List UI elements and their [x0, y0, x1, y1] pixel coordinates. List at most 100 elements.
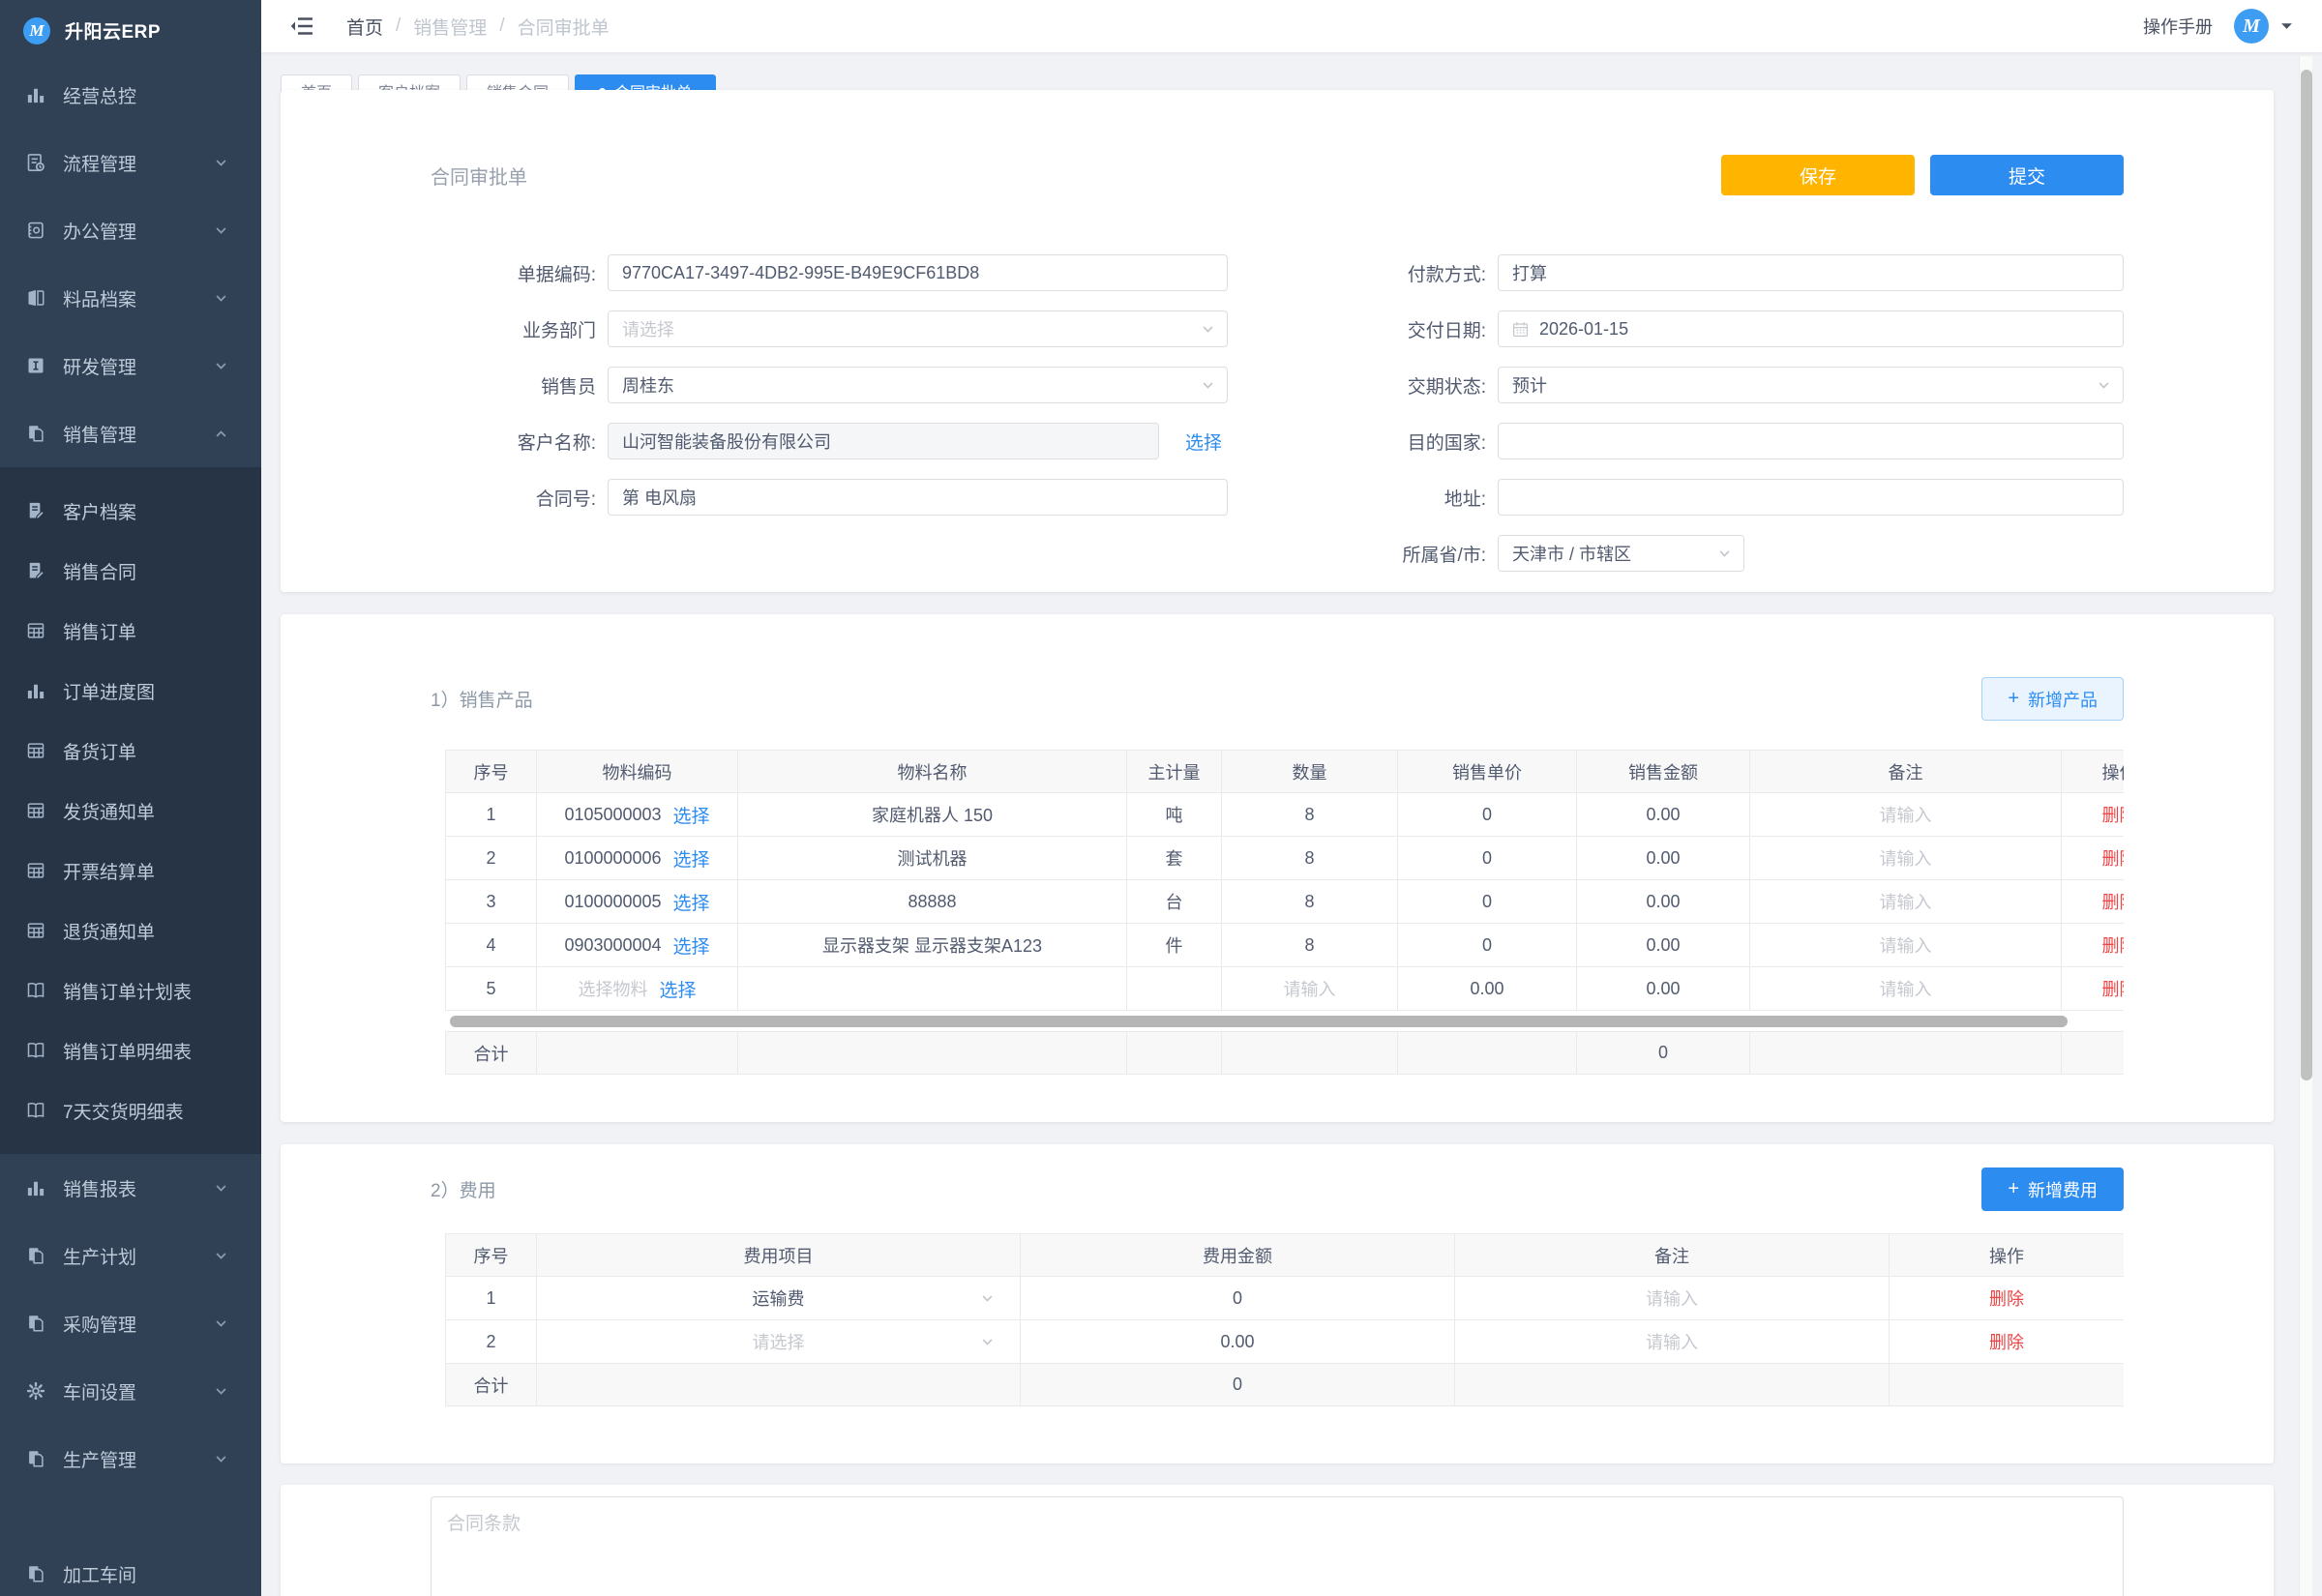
fee-amount-input[interactable]: 0.00 — [1021, 1320, 1455, 1364]
product-remark-input[interactable]: 请输入 — [1750, 880, 2062, 924]
product-remark-input[interactable]: 请输入 — [1750, 967, 2062, 1011]
field-交期状态[interactable]: 预计 — [1498, 367, 2124, 403]
add-product-label: 新增产品 — [2028, 687, 2098, 712]
fee-item-select[interactable]: 请选择 — [537, 1320, 1021, 1364]
delete-product-link[interactable]: 删除 — [2102, 802, 2125, 827]
product-amount: 0.00 — [1577, 967, 1750, 1011]
delete-product-link[interactable]: 删除 — [2102, 845, 2125, 871]
select-material-link[interactable]: 选择 — [659, 976, 696, 1002]
breadcrumb-item[interactable]: 首页 — [346, 14, 383, 40]
products-header-数量: 数量 — [1222, 751, 1398, 793]
fees-section-header: 2）费用 + 新增费用 — [431, 1167, 2124, 1211]
delete-product-link[interactable]: 删除 — [2102, 976, 2125, 1001]
field-付款方式[interactable]: 打算 — [1498, 254, 2124, 291]
add-product-button[interactable]: + 新增产品 — [1981, 677, 2124, 721]
sidebar-item-销售订单[interactable]: 销售订单 — [0, 601, 261, 661]
remark-placeholder: 请输入 — [1646, 1286, 1698, 1311]
select-material-link[interactable]: 选择 — [673, 932, 710, 959]
field-业务部门[interactable]: 请选择 — [608, 310, 1228, 347]
product-qty-input[interactable]: 8 — [1222, 793, 1398, 837]
product-qty-input[interactable]: 8 — [1222, 924, 1398, 967]
delete-fee-link[interactable]: 删除 — [1989, 1329, 2024, 1354]
product-qty-input[interactable]: 8 — [1222, 837, 1398, 880]
select-material-link[interactable]: 选择 — [673, 845, 710, 872]
field-目的国家[interactable] — [1498, 423, 2124, 459]
field-交付日期[interactable]: 2026-01-15 — [1498, 310, 2124, 347]
product-price-input[interactable]: 0 — [1398, 793, 1577, 837]
field-地址[interactable] — [1498, 479, 2124, 516]
sidebar-item-销售报表[interactable]: 销售报表 — [0, 1154, 261, 1222]
sidebar-item-料品档案[interactable]: 料品档案 — [0, 264, 261, 332]
sidebar-item-订单进度图[interactable]: 订单进度图 — [0, 661, 261, 721]
fee-remark-input[interactable]: 请输入 — [1455, 1320, 1890, 1364]
sidebar-item-研发管理[interactable]: 研发管理 — [0, 332, 261, 399]
app-logo-icon: M — [23, 17, 50, 44]
product-price-input[interactable]: 0 — [1398, 837, 1577, 880]
submit-button[interactable]: 提交 — [1930, 155, 2124, 195]
avatar[interactable]: M — [2234, 9, 2269, 44]
product-remark-input[interactable]: 请输入 — [1750, 793, 2062, 837]
sidebar-item-销售订单计划表[interactable]: 销售订单计划表 — [0, 961, 261, 1020]
sidebar-item-7天交货明细表[interactable]: 7天交货明细表 — [0, 1080, 261, 1140]
sidebar-item-退货通知单[interactable]: 退货通知单 — [0, 901, 261, 961]
product-price-input[interactable]: 0 — [1398, 924, 1577, 967]
choose-customer-link[interactable]: 选择 — [1185, 429, 1222, 455]
sidebar-item-销售订单明细表[interactable]: 销售订单明细表 — [0, 1020, 261, 1080]
fees-total-row: 合计0 — [446, 1364, 2124, 1406]
select-material-link[interactable]: 选择 — [673, 889, 710, 915]
sidebar-item-备货订单[interactable]: 备货订单 — [0, 721, 261, 781]
fee-remark-input[interactable]: 请输入 — [1455, 1277, 1890, 1320]
product-qty-input[interactable]: 8 — [1222, 880, 1398, 924]
select-material-link[interactable]: 选择 — [673, 802, 710, 828]
collapse-menu-icon[interactable] — [290, 16, 313, 36]
sidebar-item-生产管理[interactable]: 生产管理 — [0, 1425, 261, 1493]
add-fee-button[interactable]: + 新增费用 — [1981, 1167, 2124, 1211]
flow-doc-icon — [26, 153, 45, 172]
sidebar-item-销售合同[interactable]: 销售合同 — [0, 541, 261, 601]
fee-op-cell: 删除 — [1890, 1320, 2124, 1364]
fees-header-row: 序号费用项目费用金额备注操作 — [446, 1234, 2124, 1277]
field-value: 山河智能装备股份有限公司 — [622, 429, 831, 454]
field-label: 目的国家: — [1321, 429, 1486, 455]
products-hscrollbar-thumb[interactable] — [450, 1016, 2068, 1027]
breadcrumb-item[interactable]: 合同审批单 — [518, 14, 610, 40]
sidebar-item-办公管理[interactable]: 办公管理 — [0, 196, 261, 264]
sidebar-item-发货通知单[interactable]: 发货通知单 — [0, 781, 261, 841]
sidebar-item-生产计划[interactable]: 生产计划 — [0, 1222, 261, 1289]
product-price-input[interactable]: 0.00 — [1398, 967, 1577, 1011]
delete-product-link[interactable]: 删除 — [2102, 932, 2125, 958]
chevron-down-icon[interactable] — [2280, 22, 2293, 31]
breadcrumb-item[interactable]: 销售管理 — [413, 14, 487, 40]
delete-product-link[interactable]: 删除 — [2102, 889, 2125, 914]
sidebar-item-车间设置[interactable]: 车间设置 — [0, 1357, 261, 1425]
field-客户名称[interactable]: 山河智能装备股份有限公司 — [608, 423, 1159, 459]
calendar-icon — [1512, 321, 1529, 338]
fees-panel: 2）费用 + 新增费用 序号费用项目费用金额备注操作1运输费0请输入删除2请选择… — [281, 1144, 2274, 1463]
product-price-input[interactable]: 0 — [1398, 880, 1577, 924]
sidebar-item-加工车间[interactable]: 加工车间 — [0, 1540, 261, 1596]
sidebar-item-开票结算单[interactable]: 开票结算单 — [0, 841, 261, 901]
fee-item-select[interactable]: 运输费 — [537, 1277, 1021, 1320]
grid-table-icon — [26, 621, 45, 640]
page-scrollbar-thumb[interactable] — [2301, 70, 2312, 1080]
contract-terms-textarea[interactable]: 合同条款 — [431, 1496, 2124, 1596]
delete-fee-link[interactable]: 删除 — [1989, 1286, 2024, 1311]
product-qty-input[interactable]: 请输入 — [1222, 967, 1398, 1011]
form-row-目的国家: 目的国家: — [1321, 423, 2124, 459]
sidebar-item-采购管理[interactable]: 采购管理 — [0, 1289, 261, 1357]
product-remark-input[interactable]: 请输入 — [1750, 837, 2062, 880]
field-所属省市[interactable]: 天津市 / 市辖区 — [1498, 535, 1744, 572]
save-button[interactable]: 保存 — [1721, 155, 1915, 195]
fee-amount-input[interactable]: 0 — [1021, 1277, 1455, 1320]
field-合同号[interactable]: 第 电风扇 — [608, 479, 1228, 516]
sidebar-item-经营总控[interactable]: 经营总控 — [0, 61, 261, 129]
field-销售员[interactable]: 周桂东 — [608, 367, 1228, 403]
product-remark-input[interactable]: 请输入 — [1750, 924, 2062, 967]
sidebar-item-流程管理[interactable]: 流程管理 — [0, 129, 261, 196]
field-单据编码[interactable]: 9770CA17-3497-4DB2-995E-B49E9CF61BD8 — [608, 254, 1228, 291]
manual-link[interactable]: 操作手册 — [2143, 14, 2213, 39]
products-header-序号: 序号 — [446, 751, 537, 793]
sidebar-item-客户档案[interactable]: 客户档案 — [0, 481, 261, 541]
fee-row-1: 1运输费0请输入删除 — [446, 1277, 2124, 1320]
sidebar-item-销售管理[interactable]: 销售管理 — [0, 399, 261, 467]
